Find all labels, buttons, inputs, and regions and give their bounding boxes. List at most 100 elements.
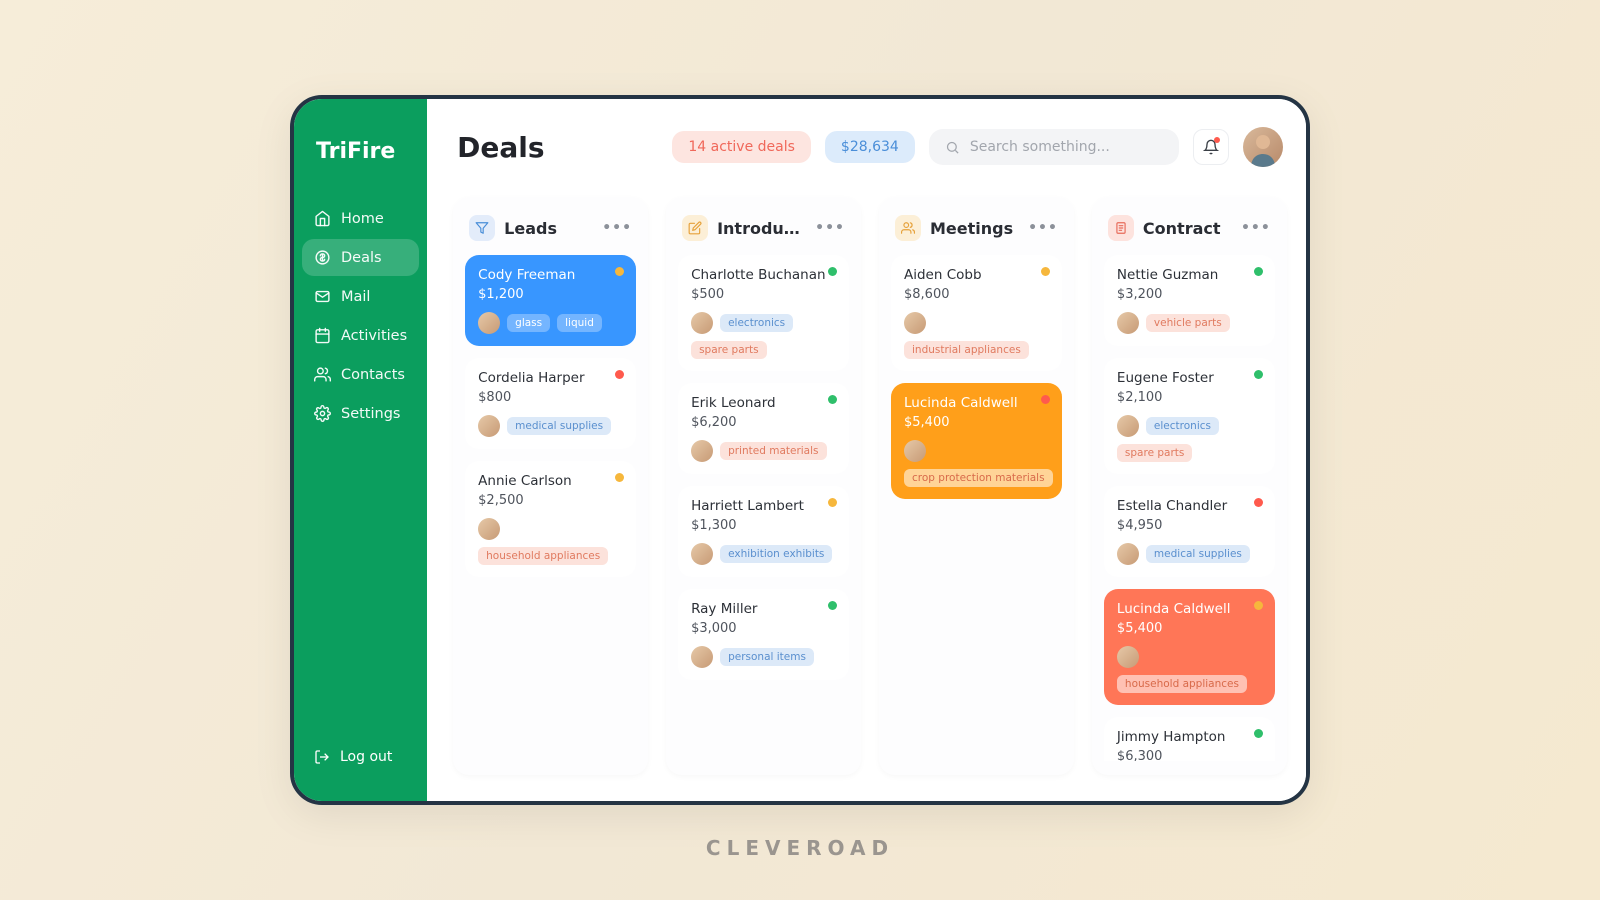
deal-card[interactable]: Eugene Foster $2,100 electronicsspare pa… xyxy=(1104,358,1275,474)
tag: industrial appliances xyxy=(904,341,1029,359)
deal-card[interactable]: Aiden Cobb $8,600 industrial appliances xyxy=(891,255,1062,371)
total-amount-pill: $28,634 xyxy=(825,131,915,163)
card-footer: vehicle parts xyxy=(1117,312,1262,334)
assignee-avatar xyxy=(691,543,713,565)
column-header: Meetings ••• xyxy=(891,211,1062,255)
status-dot-yellow xyxy=(615,473,624,482)
column-more-button[interactable]: ••• xyxy=(1241,220,1271,236)
nav-label: Mail xyxy=(341,289,370,305)
column-header: Leads ••• xyxy=(465,211,636,255)
column-more-button[interactable]: ••• xyxy=(1028,220,1058,236)
bell-icon xyxy=(1203,139,1219,155)
card-footer: household appliances xyxy=(1117,646,1262,693)
card-footer: household appliances xyxy=(478,518,623,565)
nav-item-mail[interactable]: Mail xyxy=(302,278,419,315)
status-dot-yellow xyxy=(1254,601,1263,610)
tag: household appliances xyxy=(1117,675,1247,693)
logout-label: Log out xyxy=(340,749,392,765)
tag: electronics xyxy=(1146,417,1219,435)
card-name: Cordelia Harper xyxy=(478,370,623,386)
nav-item-deals[interactable]: Deals xyxy=(302,239,419,276)
nav-item-activities[interactable]: Activities xyxy=(302,317,419,354)
card-name: Nettie Guzman xyxy=(1117,267,1262,283)
card-footer: printed materials xyxy=(691,440,836,462)
deal-card[interactable]: Ray Miller $3,000 personal items xyxy=(678,589,849,680)
card-name: Annie Carlson xyxy=(478,473,623,489)
nav-label: Contacts xyxy=(341,367,405,383)
deal-card[interactable]: Harriett Lambert $1,300 exhibition exhib… xyxy=(678,486,849,577)
column-title: Leads xyxy=(504,219,593,238)
main: Deals 14 active deals $28,634 Search som… xyxy=(427,99,1310,801)
assignee-avatar xyxy=(478,518,500,540)
logout-icon xyxy=(314,749,330,765)
card-name: Lucinda Caldwell xyxy=(904,395,1049,411)
tag: glass xyxy=(507,314,550,332)
column-title: Introduction xyxy=(717,219,806,238)
tag: printed materials xyxy=(720,442,826,460)
column-title: Meetings xyxy=(930,219,1019,238)
assignee-avatar xyxy=(478,415,500,437)
card-name: Estella Chandler xyxy=(1117,498,1262,514)
column-header: Introduction ••• xyxy=(678,211,849,255)
assignee-avatar xyxy=(1117,543,1139,565)
home-icon xyxy=(314,210,331,227)
column-introduction: Introduction ••• Charlotte Buchanan $500… xyxy=(666,197,861,775)
deal-card[interactable]: Lucinda Caldwell $5,400 crop protection … xyxy=(891,383,1062,499)
card-name: Jimmy Hampton xyxy=(1117,729,1262,745)
card-amount: $500 xyxy=(691,287,836,302)
assignee-avatar xyxy=(691,312,713,334)
card-amount: $3,000 xyxy=(691,621,836,636)
card-footer: electronicsspare parts xyxy=(691,312,836,359)
calendar-icon xyxy=(314,327,331,344)
search-icon xyxy=(945,140,960,155)
people-icon xyxy=(901,221,915,235)
nav-item-settings[interactable]: Settings xyxy=(302,395,419,432)
deal-card[interactable]: Lucinda Caldwell $5,400 household applia… xyxy=(1104,589,1275,705)
deal-card[interactable]: Cody Freeman $1,200 glassliquid xyxy=(465,255,636,346)
nav-item-home[interactable]: Home xyxy=(302,200,419,237)
deal-card[interactable]: Jimmy Hampton $6,300 industrial applianc… xyxy=(1104,717,1275,761)
avatar-icon xyxy=(1243,127,1283,167)
card-amount: $2,100 xyxy=(1117,390,1262,405)
nav: Home Deals Mail Activities Contacts Settings xyxy=(294,200,427,737)
deal-card[interactable]: Nettie Guzman $3,200 vehicle parts xyxy=(1104,255,1275,346)
card-amount: $2,500 xyxy=(478,493,623,508)
column-more-button[interactable]: ••• xyxy=(815,220,845,236)
deal-card[interactable]: Estella Chandler $4,950 medical supplies xyxy=(1104,486,1275,577)
notifications-button[interactable] xyxy=(1193,129,1229,165)
column-contract: Contract ••• Nettie Guzman $3,200 vehicl… xyxy=(1092,197,1287,775)
card-footer: industrial appliances xyxy=(904,312,1049,359)
column-icon-wrap xyxy=(895,215,921,241)
card-amount: $6,200 xyxy=(691,415,836,430)
assignee-avatar xyxy=(691,440,713,462)
card-amount: $4,950 xyxy=(1117,518,1262,533)
deal-card[interactable]: Charlotte Buchanan $500 electronicsspare… xyxy=(678,255,849,371)
tag: spare parts xyxy=(1117,444,1192,462)
logout-button[interactable]: Log out xyxy=(294,737,427,785)
assignee-avatar xyxy=(904,312,926,334)
card-amount: $6,300 xyxy=(1117,749,1262,761)
status-dot-red xyxy=(1041,395,1050,404)
nav-label: Deals xyxy=(341,250,382,266)
column-more-button[interactable]: ••• xyxy=(602,220,632,236)
card-name: Erik Leonard xyxy=(691,395,836,411)
card-footer: electronics spare parts xyxy=(1117,415,1262,462)
topbar: Deals 14 active deals $28,634 Search som… xyxy=(427,99,1310,179)
profile-avatar[interactable] xyxy=(1243,127,1283,167)
assignee-avatar xyxy=(1117,312,1139,334)
deal-card[interactable]: Annie Carlson $2,500 household appliance… xyxy=(465,461,636,577)
status-dot-yellow xyxy=(1041,267,1050,276)
deal-card[interactable]: Erik Leonard $6,200 printed materials xyxy=(678,383,849,474)
deal-card[interactable]: Cordelia Harper $800 medical supplies xyxy=(465,358,636,449)
card-amount: $3,200 xyxy=(1117,287,1262,302)
nav-item-contacts[interactable]: Contacts xyxy=(302,356,419,393)
search-input[interactable]: Search something... xyxy=(929,129,1179,165)
status-dot-green xyxy=(828,395,837,404)
contacts-icon xyxy=(314,366,331,383)
funnel-icon xyxy=(475,221,489,235)
document-icon xyxy=(1114,221,1128,235)
card-amount: $1,300 xyxy=(691,518,836,533)
column-header: Contract ••• xyxy=(1104,211,1275,255)
brand-logo: TriFire xyxy=(294,129,427,200)
card-amount: $1,200 xyxy=(478,287,623,302)
